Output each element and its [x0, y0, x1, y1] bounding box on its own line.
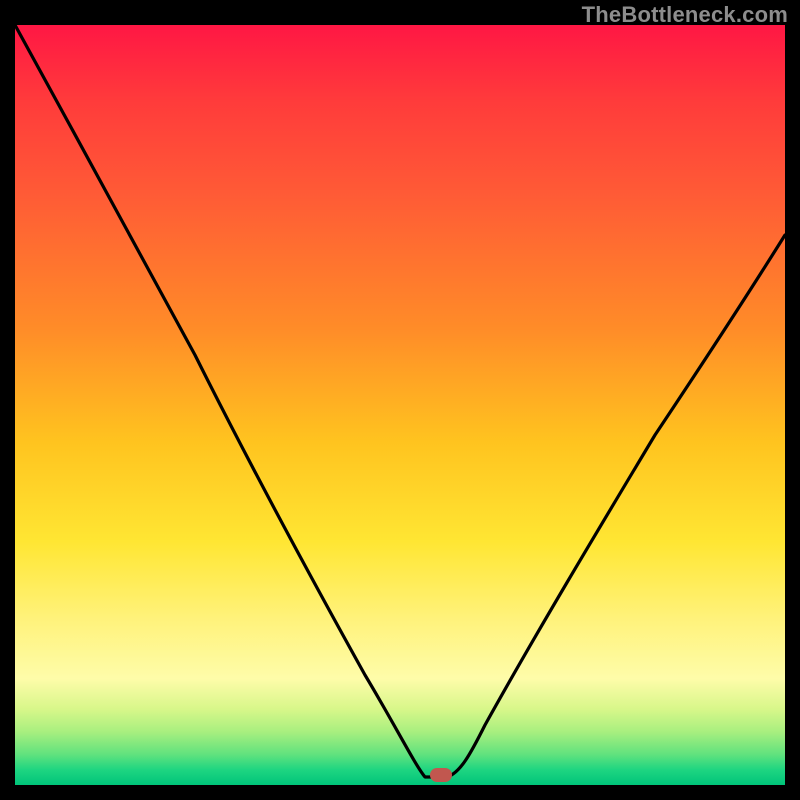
plot-area: [15, 25, 785, 785]
bottleneck-curve: [15, 25, 785, 785]
min-marker: [430, 768, 452, 782]
curve-left-branch: [15, 25, 447, 777]
chart-frame: TheBottleneck.com: [0, 0, 800, 800]
curve-right-branch: [447, 235, 785, 777]
